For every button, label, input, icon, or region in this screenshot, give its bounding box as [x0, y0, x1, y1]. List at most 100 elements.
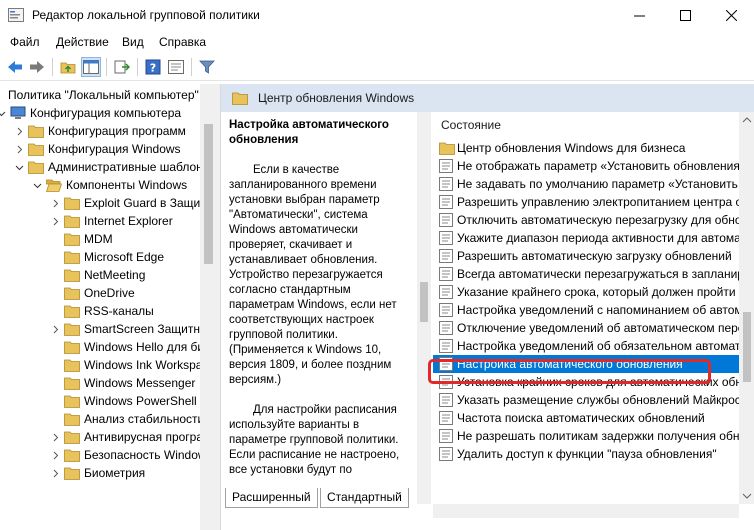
tree-item-label: Конфигурация компьютера: [30, 106, 182, 120]
policy-setting-row[interactable]: Установка крайних сроков для автоматичес…: [433, 373, 739, 391]
folder-icon: [64, 250, 80, 264]
scroll-up-icon[interactable]: [739, 114, 754, 126]
policy-setting-icon: [439, 303, 453, 317]
folder-icon: [64, 358, 80, 372]
policy-setting-row[interactable]: Указание крайнего срока, который должен …: [433, 283, 739, 301]
window-title: Редактор локальной групповой политики: [32, 8, 260, 22]
policy-setting-row[interactable]: Всегда автоматически перезагружаться в з…: [433, 265, 739, 283]
folder-icon: [64, 376, 80, 390]
policy-setting-row[interactable]: Не отображать параметр «Установить обнов…: [433, 157, 739, 175]
policy-setting-row[interactable]: Отключение уведомлений об автоматическом…: [433, 319, 739, 337]
chevron-right-icon[interactable]: [50, 464, 60, 482]
list-scrollbar[interactable]: [739, 112, 754, 504]
tab-extended[interactable]: Расширенный: [225, 488, 318, 508]
tree-scrollbar[interactable]: [200, 84, 217, 530]
tree-item-label: Анализ стабильности: [84, 412, 200, 426]
policy-setting-row[interactable]: Частота поиска автоматических обновлений: [433, 409, 739, 427]
close-button[interactable]: [708, 0, 754, 31]
details-header-title: Центр обновления Windows: [258, 91, 415, 105]
svg-text:?: ?: [150, 62, 156, 75]
folder-icon: [64, 196, 80, 210]
tree-item-label: Exploit Guard в Защитнике Windows: [84, 196, 200, 210]
policy-setting-icon: [439, 375, 453, 389]
expand-down-icon[interactable]: [32, 176, 42, 194]
list-scrollbar-thumb[interactable]: [743, 312, 751, 382]
properties-icon: [168, 60, 184, 74]
setting-description-paragraph: Для настройки расписания используйте вар…: [229, 404, 400, 476]
help-button[interactable]: ?: [143, 57, 163, 77]
chevron-right-icon[interactable]: [50, 320, 60, 338]
tree-item-label: Windows Ink Workspace: [84, 358, 200, 372]
properties-button[interactable]: [166, 57, 186, 77]
back-arrow-icon: [8, 61, 22, 73]
back-button[interactable]: [5, 57, 25, 77]
policy-setting-icon: [439, 249, 453, 263]
tree-item-label: Конфигурация программ: [48, 124, 186, 138]
description-scrollbar[interactable]: [417, 112, 431, 504]
policy-setting-row[interactable]: Настройка автоматического обновления: [433, 355, 739, 373]
menu-action[interactable]: Действие: [56, 35, 109, 49]
tree-item-label: Windows Messenger: [84, 376, 196, 390]
setting-description-title: Настройка автоматического обновления: [229, 119, 389, 146]
policy-setting-label: Не задавать по умолчанию параметр «Устан…: [457, 177, 739, 191]
tree-scrollbar-thumb[interactable]: [204, 124, 213, 264]
maximize-button[interactable]: [662, 0, 708, 31]
filter-icon: [199, 60, 215, 74]
minimize-button[interactable]: [616, 0, 662, 31]
policy-setting-label: Укажите диапазон периода активности для …: [457, 231, 739, 245]
up-folder-button[interactable]: [58, 57, 78, 77]
tree-item-label: MDM: [84, 232, 113, 246]
policy-setting-label: Разрешить управлению электропитанием цен…: [457, 195, 739, 209]
column-header-state[interactable]: Состояние: [441, 114, 501, 136]
show-hide-tree-button[interactable]: [81, 57, 101, 77]
scroll-down-icon[interactable]: [739, 490, 754, 502]
policy-setting-row[interactable]: Разрешить автоматическую загрузку обновл…: [433, 247, 739, 265]
policy-setting-icon: [439, 393, 453, 407]
policy-setting-row[interactable]: Укажите диапазон периода активности для …: [433, 229, 739, 247]
menu-view[interactable]: Вид: [122, 35, 144, 49]
folder-icon: [64, 268, 80, 282]
expand-down-icon[interactable]: [14, 158, 24, 176]
menu-bar: Файл Действие Вид Справка: [0, 31, 754, 53]
computer-icon: [10, 106, 26, 120]
export-list-button[interactable]: [112, 57, 132, 77]
policy-setting-row[interactable]: Не задавать по умолчанию параметр «Устан…: [433, 175, 739, 193]
description-scrollbar-thumb[interactable]: [420, 282, 428, 322]
export-list-icon: [114, 60, 130, 74]
policy-setting-row[interactable]: Удалить доступ к функции "пауза обновлен…: [433, 445, 739, 463]
tree-item-label: Компоненты Windows: [66, 178, 188, 192]
help-icon: ?: [145, 59, 161, 75]
policy-setting-icon: [439, 231, 453, 245]
menu-help[interactable]: Справка: [159, 35, 206, 49]
policy-setting-row[interactable]: Настройка уведомлений с напоминанием об …: [433, 301, 739, 319]
policy-setting-row[interactable]: Указать размещение службы обновлений Май…: [433, 391, 739, 409]
tree-item-label: Windows PowerShell: [84, 394, 197, 408]
policy-setting-label: Установка крайних сроков для автоматичес…: [457, 375, 739, 389]
chevron-right-icon[interactable]: [14, 122, 24, 140]
chevron-right-icon[interactable]: [50, 194, 60, 212]
list-horizontal-scrollbar[interactable]: [433, 504, 739, 518]
tree-item-label: NetMeeting: [84, 268, 146, 282]
chevron-right-icon[interactable]: [50, 428, 60, 446]
policy-setting-row[interactable]: Центр обновления Windows для бизнеса: [433, 139, 739, 157]
group-policy-app-icon: [8, 8, 24, 22]
policy-setting-label: Не разрешать политикам задержки получени…: [457, 429, 739, 443]
tree-item-label: Internet Explorer: [84, 214, 173, 228]
policy-setting-icon: [439, 213, 453, 227]
chevron-right-icon[interactable]: [50, 212, 60, 230]
policy-setting-label: Настройка автоматического обновления: [457, 357, 683, 371]
forward-button[interactable]: [27, 57, 47, 77]
policy-setting-row[interactable]: Разрешить управлению электропитанием цен…: [433, 193, 739, 211]
folder-icon: [64, 394, 80, 408]
folder-icon: [64, 322, 80, 336]
chevron-right-icon[interactable]: [14, 140, 24, 158]
policy-setting-row[interactable]: Не разрешать политикам задержки получени…: [433, 427, 739, 445]
tab-standard[interactable]: Стандартный: [320, 488, 409, 508]
policy-setting-row[interactable]: Отключить автоматическую перезагрузку дл…: [433, 211, 739, 229]
policy-setting-row[interactable]: Настройка уведомлений об обязательном ав…: [433, 337, 739, 355]
chevron-right-icon[interactable]: [50, 446, 60, 464]
filter-button[interactable]: [197, 57, 217, 77]
expand-down-icon[interactable]: [0, 104, 6, 122]
policy-setting-label: Указание крайнего срока, который должен …: [457, 285, 739, 299]
menu-file[interactable]: Файл: [10, 35, 40, 49]
